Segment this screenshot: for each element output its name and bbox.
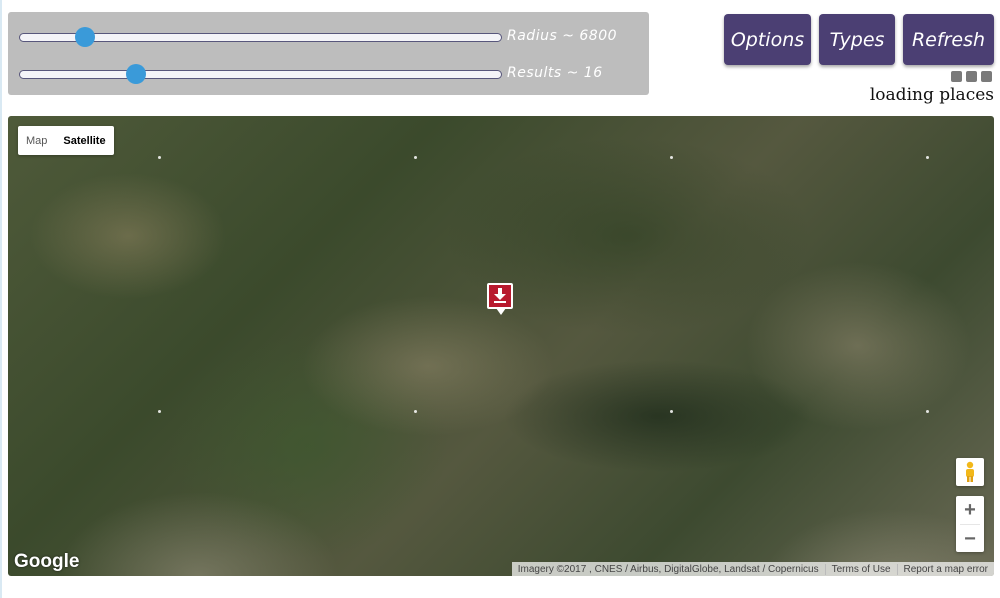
map-place-dot — [414, 410, 417, 413]
radius-slider-row: Radius ~ 6800 — [8, 20, 649, 50]
zoom-in-button[interactable]: + — [956, 496, 984, 524]
zoom-control: + − — [956, 496, 984, 552]
location-marker-icon[interactable] — [487, 283, 513, 315]
radius-slider[interactable] — [19, 27, 502, 47]
map-place-dot — [158, 410, 161, 413]
map-place-dot — [926, 156, 929, 159]
map-place-dot — [670, 410, 673, 413]
google-logo: Google — [14, 551, 80, 572]
map-type-satellite-button[interactable]: Satellite — [55, 126, 113, 155]
loading-dot — [966, 71, 977, 82]
map-place-dot — [414, 156, 417, 159]
zoom-out-button[interactable]: − — [956, 525, 984, 553]
radius-slider-thumb[interactable] — [75, 27, 96, 47]
loading-dot — [981, 71, 992, 82]
satellite-map[interactable]: Map Satellite + − Google Imagery ©2017 ,… — [8, 116, 994, 576]
imagery-credit: Imagery ©2017 , CNES / Airbus, DigitalGl… — [517, 563, 819, 575]
report-map-error-link[interactable]: Report a map error — [896, 563, 994, 575]
map-place-dot — [926, 410, 929, 413]
refresh-button[interactable]: Refresh — [903, 14, 994, 65]
map-type-control: Map Satellite — [18, 126, 114, 155]
loading-dot — [951, 71, 962, 82]
page-left-border — [0, 0, 2, 598]
street-view-pegman-icon[interactable] — [956, 458, 984, 486]
results-slider[interactable] — [19, 64, 502, 84]
map-attribution: Imagery ©2017 , CNES / Airbus, DigitalGl… — [511, 562, 994, 576]
terms-of-use-link[interactable]: Terms of Use — [824, 563, 897, 575]
results-label: Results ~ 16 — [507, 65, 603, 81]
options-button[interactable]: Options — [724, 14, 811, 65]
map-place-dot — [158, 156, 161, 159]
results-slider-row: Results ~ 16 — [8, 57, 649, 87]
types-button[interactable]: Types — [819, 14, 895, 65]
results-slider-thumb[interactable] — [125, 64, 146, 84]
map-type-map-button[interactable]: Map — [18, 126, 55, 155]
map-place-dot — [670, 156, 673, 159]
radius-label: Radius ~ 6800 — [507, 28, 618, 44]
loading-status-text: loading places — [869, 85, 994, 105]
slider-panel: Radius ~ 6800 Results ~ 16 — [8, 12, 649, 95]
download-arrow-icon — [494, 288, 506, 303]
loading-indicator — [951, 71, 992, 82]
